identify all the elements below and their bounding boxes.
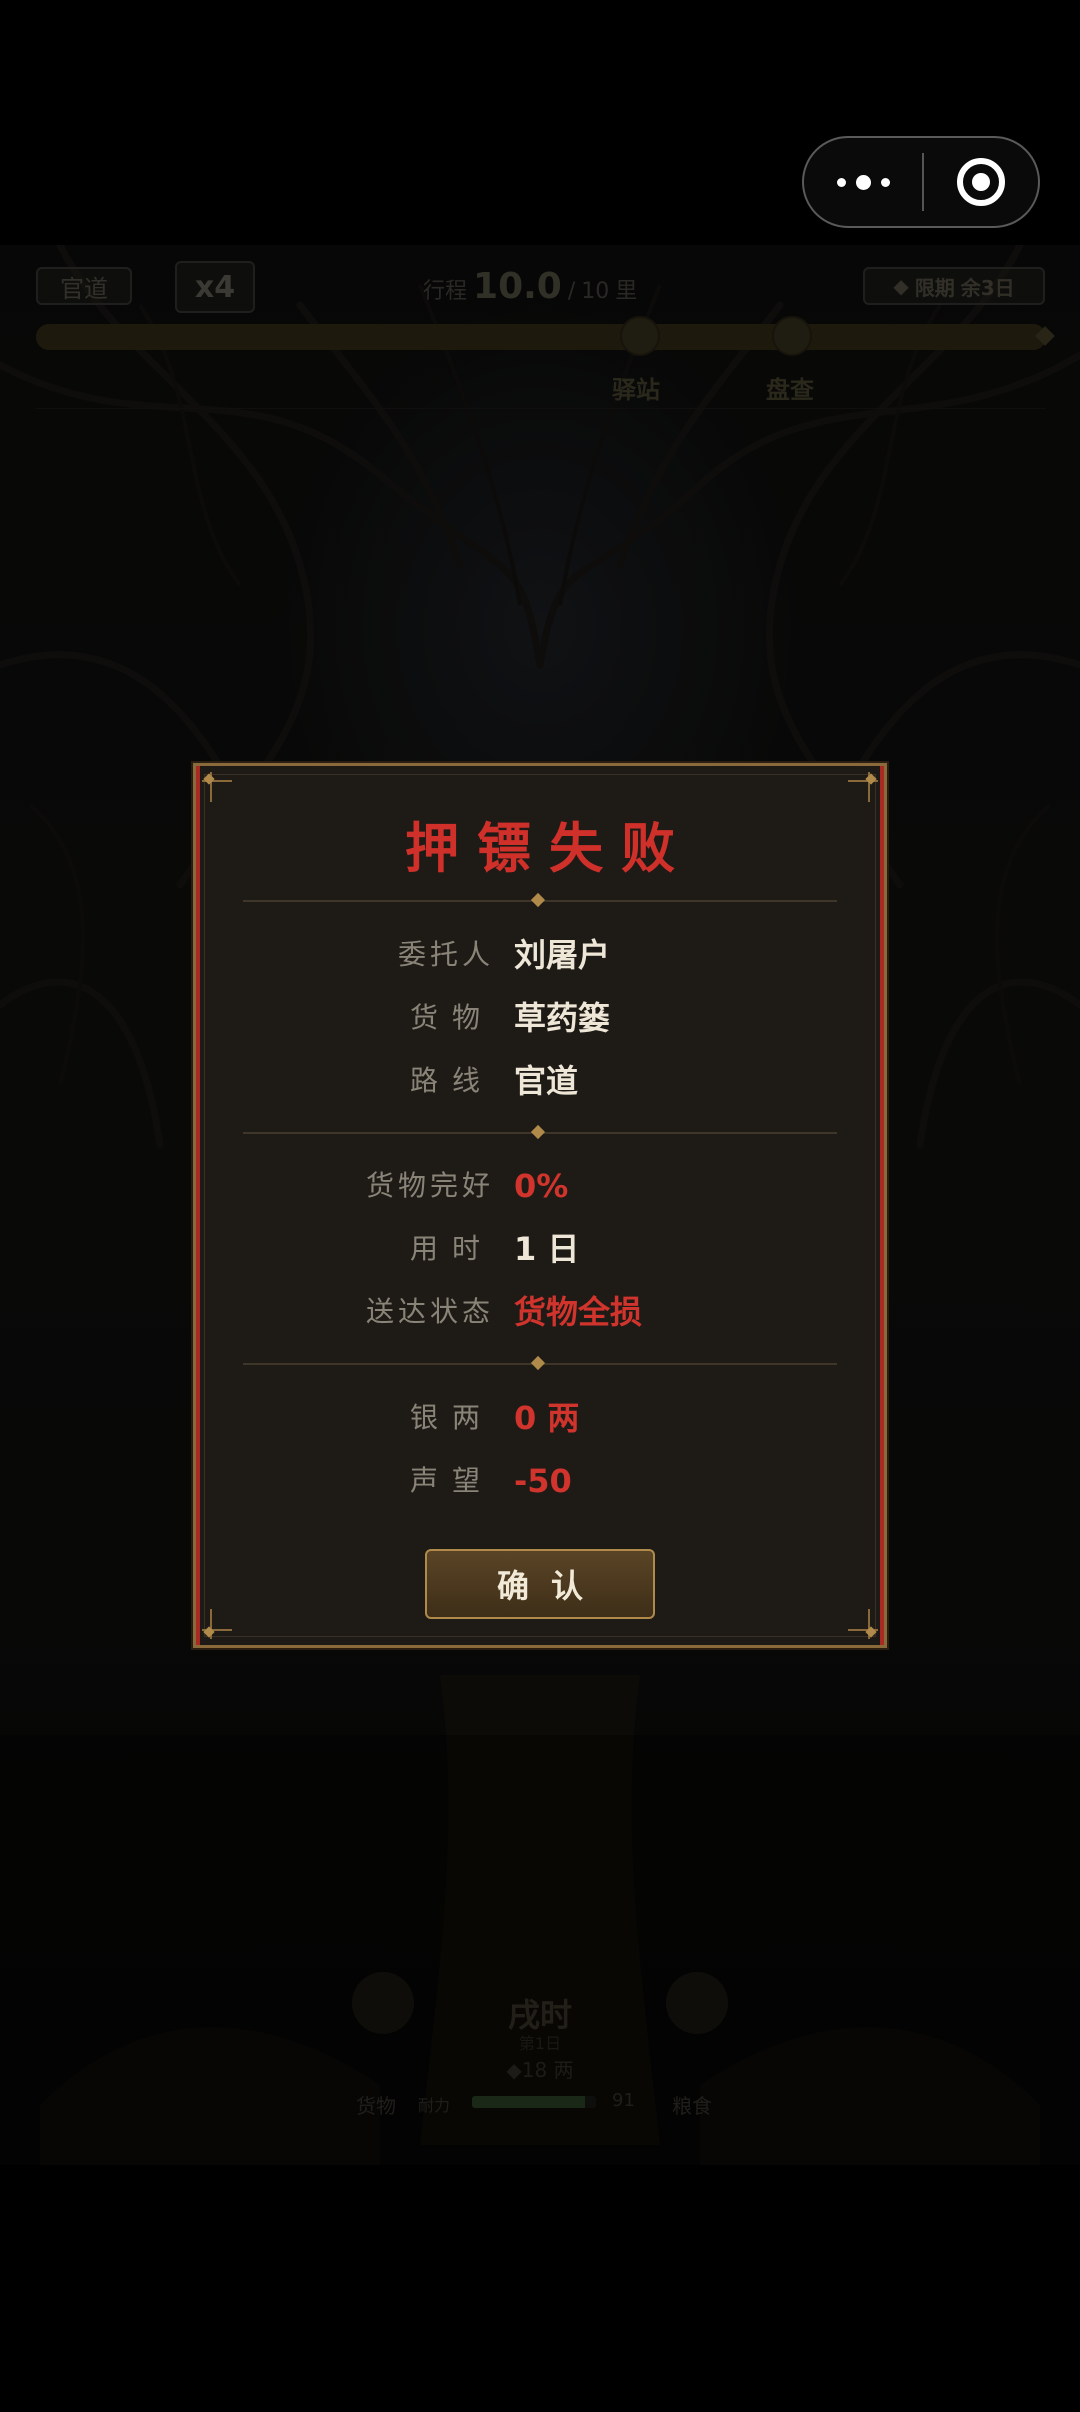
intact-row: 货物完好 0% (196, 1164, 884, 1208)
more-dots-icon[interactable] (804, 138, 922, 226)
cargo-label: 货物 (409, 1001, 494, 1034)
silver-row: 银两 0 两 (196, 1396, 884, 1440)
cargo-row: 货物 草药篓 (196, 996, 884, 1040)
escort-result-dialog: 押镖失败 委托人 刘屠户 货物 草药篓 路线 官道 货物完好 0% 用时 1 日… (193, 763, 887, 1648)
intact-label: 货物完好 (365, 1169, 494, 1202)
dialog-title: 押镖失败 (405, 817, 693, 880)
status-value: 货物全损 (514, 1293, 643, 1331)
cargo-value: 草药篓 (514, 999, 611, 1037)
status-row: 送达状态 货物全损 (196, 1290, 884, 1334)
confirm-button[interactable]: 确认 (425, 1549, 655, 1619)
section-divider (243, 892, 837, 908)
route-value: 官道 (514, 1062, 579, 1100)
silver-value: 0 两 (514, 1399, 580, 1437)
time-label: 用时 (409, 1232, 494, 1265)
client-row: 委托人 刘屠户 (196, 933, 884, 977)
route-row: 路线 官道 (196, 1059, 884, 1103)
fame-label: 声望 (409, 1464, 494, 1497)
fame-row: 声望 -50 (196, 1459, 884, 1503)
section-divider (243, 1355, 837, 1371)
intact-value: 0% (514, 1167, 569, 1205)
client-label: 委托人 (397, 938, 494, 971)
time-row: 用时 1 日 (196, 1227, 884, 1271)
status-label: 送达状态 (365, 1295, 494, 1328)
fame-value: -50 (514, 1462, 572, 1500)
section-divider (243, 1124, 837, 1140)
miniprogram-capsule (802, 136, 1040, 228)
client-value: 刘屠户 (514, 936, 611, 974)
target-circle-icon[interactable] (924, 138, 1038, 226)
silver-label: 银两 (409, 1401, 494, 1434)
route-label: 路线 (409, 1064, 494, 1097)
time-value: 1 日 (514, 1230, 580, 1268)
